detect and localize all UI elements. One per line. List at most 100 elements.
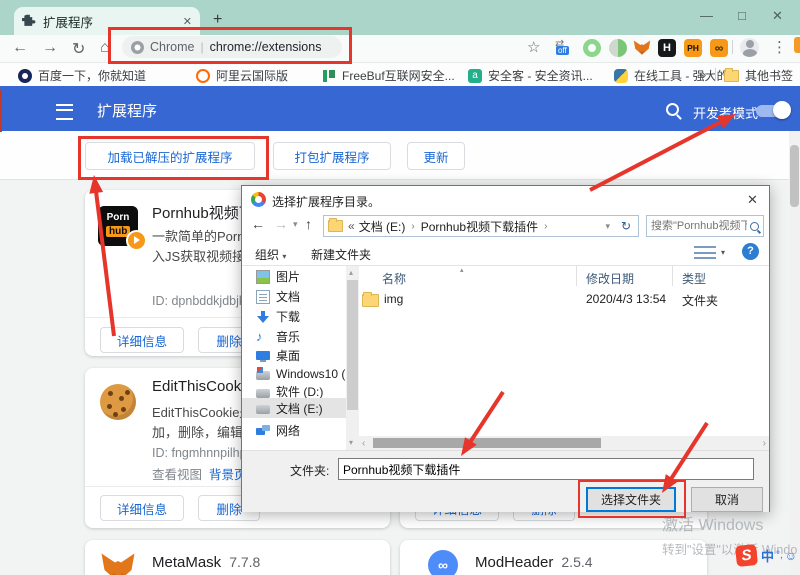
cookie-icon: [100, 384, 136, 420]
developer-mode-toggle-knob[interactable]: [773, 101, 791, 119]
sidebar-item-pictures[interactable]: 图片: [242, 267, 346, 286]
other-bookmarks-folder[interactable]: 其他书签: [724, 67, 793, 84]
ime-mode-chinese[interactable]: 中: [761, 546, 774, 565]
drive-icon: [256, 401, 270, 415]
page-title: 扩展程序: [97, 100, 157, 121]
file-picker-dialog: 选择扩展程序目录。 ✕ ← → ▾ ↑ « 文档 (E:) › Pornhub视…: [241, 185, 770, 512]
scroll-right-icon[interactable]: ›: [763, 438, 766, 449]
scrollbar-thumb[interactable]: [373, 438, 601, 448]
folder-name-input[interactable]: [338, 458, 754, 480]
folder-icon: [362, 294, 379, 307]
sort-caret-icon: ▴: [460, 266, 464, 274]
view-mode-icon[interactable]: [694, 246, 716, 259]
profile-avatar[interactable]: [740, 38, 759, 57]
update-button[interactable]: 更新: [407, 142, 465, 170]
dialog-forward-icon: →: [274, 216, 288, 232]
window-minimize-button[interactable]: —: [700, 8, 713, 23]
column-header-modified[interactable]: 修改日期: [586, 270, 634, 287]
file-modified: 2020/4/3 13:54: [586, 292, 666, 306]
breadcrumb-drive[interactable]: 文档 (E:): [359, 218, 406, 235]
window-close-button[interactable]: ✕: [772, 8, 783, 24]
file-row-img[interactable]: img 2020/4/3 13:54 文件夹: [360, 290, 760, 308]
proxy-off-badge: off: [556, 46, 569, 55]
back-icon[interactable]: ←: [12, 39, 28, 57]
browser-menu-icon[interactable]: ⋮: [772, 38, 787, 56]
search-box[interactable]: [646, 215, 764, 237]
modheader-toolbar-icon[interactable]: H: [658, 39, 676, 57]
view-mode-caret-icon[interactable]: ▾: [721, 248, 725, 257]
search-input[interactable]: [647, 216, 763, 236]
dialog-footer: 文件夹: 选择文件夹 取消: [242, 450, 769, 512]
menu-hamburger-icon[interactable]: [56, 104, 73, 120]
infinity-toolbar-icon[interactable]: ∞: [710, 39, 728, 57]
sidebar-item-music[interactable]: ♪ 音乐: [242, 327, 346, 346]
metamask-extension-icon[interactable]: [633, 39, 651, 57]
bookmark-online-tools[interactable]: 在线工具 - 强大的...: [614, 67, 739, 84]
annotation-box-select-folder: [578, 480, 686, 518]
sidebar-item-desktop[interactable]: 桌面: [242, 346, 346, 365]
sidebar-item-downloads[interactable]: 下载: [242, 307, 346, 326]
sidebar-item-drive-c[interactable]: Windows10 (C:): [242, 364, 346, 383]
search-magnifier-icon: [750, 222, 759, 231]
sidebar-item-network[interactable]: 网络: [242, 421, 346, 440]
clipped-orange-icon: [794, 37, 800, 53]
new-folder-button[interactable]: 新建文件夹: [311, 246, 371, 263]
details-button[interactable]: 详细信息: [100, 495, 184, 521]
developer-mode-label: 开发者模式: [693, 103, 758, 122]
scroll-up-icon[interactable]: ▴: [349, 268, 353, 277]
page-scrollbar[interactable]: [789, 131, 800, 575]
bookmark-aliyun[interactable]: 阿里云国际版: [196, 67, 288, 84]
bookmark-baidu[interactable]: 百度一下，你就知道: [18, 67, 146, 84]
green-toggle-extension-icon[interactable]: [609, 39, 627, 57]
organize-menu[interactable]: 组织 ▾: [255, 246, 286, 263]
sidebar-scrollbar[interactable]: ▴ ▾: [346, 266, 359, 451]
forward-icon[interactable]: →: [42, 39, 58, 57]
sogou-logo-icon[interactable]: S: [735, 544, 758, 567]
reload-icon[interactable]: ↻: [72, 39, 85, 59]
scrollbar-thumb[interactable]: [347, 280, 358, 410]
dialog-back-icon[interactable]: ←: [251, 216, 265, 232]
puzzle-favicon-icon: [22, 14, 36, 28]
window-maximize-button[interactable]: □: [738, 8, 746, 23]
bookmarks-overflow-chevron[interactable]: »: [699, 67, 706, 82]
details-button[interactable]: 详细信息: [100, 327, 184, 353]
ime-punctuation[interactable]: °,: [776, 550, 783, 561]
annotation-box-load-unpacked: [78, 136, 269, 180]
chrome-logo-icon: [251, 192, 266, 207]
green-ring-extension-icon[interactable]: [583, 39, 601, 57]
ime-toolbar[interactable]: S 中 °, ☺: [736, 545, 800, 566]
pornhub-toolbar-icon[interactable]: PH: [684, 39, 702, 57]
bookmark-star-icon[interactable]: ☆: [527, 38, 540, 56]
network-icon: [256, 424, 270, 438]
dialog-close-icon[interactable]: ✕: [747, 192, 758, 208]
edge-artifact-line: [0, 90, 2, 132]
extension-version: 2.5.4: [561, 554, 592, 570]
proxy-extension-icon[interactable]: ⇄ off: [553, 39, 571, 57]
extension-card-modheader: ∞ ModHeader2.5.4: [400, 540, 707, 575]
pack-extension-button[interactable]: 打包扩展程序: [273, 142, 391, 170]
refresh-button[interactable]: ↻: [614, 215, 639, 237]
breadcrumb-bar[interactable]: « 文档 (E:) › Pornhub视频下载插件 › ▾: [323, 215, 615, 237]
dialog-up-icon[interactable]: ↑: [305, 216, 312, 232]
cancel-button[interactable]: 取消: [691, 487, 763, 512]
column-header-type[interactable]: 类型: [682, 270, 706, 287]
tab-close-icon[interactable]: ✕: [183, 15, 192, 28]
column-header-name[interactable]: 名称: [382, 270, 406, 287]
sidebar-item-documents[interactable]: 文档: [242, 287, 346, 306]
sidebar-item-drive-e-selected[interactable]: 文档 (E:): [242, 398, 346, 418]
bookmarks-divider: [715, 68, 716, 81]
breadcrumb-folder[interactable]: Pornhub视频下载插件: [421, 218, 538, 235]
scroll-left-icon[interactable]: ‹: [362, 438, 365, 449]
ime-emoji-icon[interactable]: ☺: [785, 549, 797, 563]
bookmark-freebuf[interactable]: FreeBuf互联网安全...: [322, 67, 455, 84]
dialog-history-dropdown-icon[interactable]: ▾: [293, 219, 298, 230]
help-button[interactable]: ?: [742, 243, 759, 260]
scroll-down-icon[interactable]: ▾: [349, 438, 353, 447]
toolbar-divider: [732, 40, 733, 54]
extension-card-metamask: MetaMask7.7.8: [85, 540, 390, 575]
bookmark-anquanke[interactable]: a 安全客 - 安全资讯...: [468, 67, 593, 84]
scrollbar-thumb[interactable]: [790, 145, 799, 207]
breadcrumb-dropdown-icon[interactable]: ▾: [605, 221, 610, 232]
list-horizontal-scrollbar[interactable]: ‹ ›: [359, 436, 769, 450]
search-icon[interactable]: [666, 103, 679, 116]
